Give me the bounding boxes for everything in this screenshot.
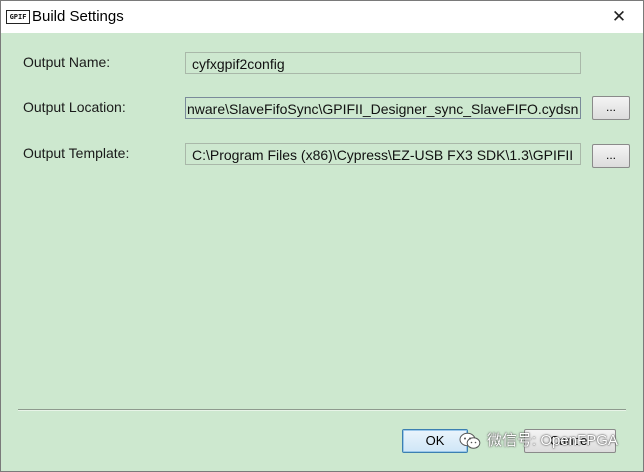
watermark-text: 微信号: OpenFPGA <box>487 432 618 449</box>
watermark-overlay: 微信号: OpenFPGA <box>459 429 618 453</box>
output-location-value: nware\SlaveFifoSync\GPIFII_Designer_sync… <box>187 101 579 117</box>
title-bar: GPIF Build Settings ✕ <box>1 1 643 33</box>
output-name-value: cyfxgpif2config <box>192 56 285 72</box>
output-location-label: Output Location: <box>23 99 126 115</box>
output-name-label: Output Name: <box>23 54 111 70</box>
close-icon[interactable]: ✕ <box>609 7 629 27</box>
build-settings-dialog: GPIF Build Settings ✕ Output Name: cyfxg… <box>0 0 644 472</box>
gpif-app-icon: GPIF <box>6 10 30 24</box>
footer-separator <box>18 409 626 411</box>
window-title: Build Settings <box>32 8 124 25</box>
output-template-browse-button[interactable]: ... <box>592 144 630 168</box>
output-name-field: cyfxgpif2config <box>185 52 581 74</box>
wechat-icon <box>459 432 481 449</box>
output-template-field: C:\Program Files (x86)\Cypress\EZ-USB FX… <box>185 143 581 165</box>
output-template-value: C:\Program Files (x86)\Cypress\EZ-USB FX… <box>192 147 574 163</box>
output-location-browse-button[interactable]: ... <box>592 96 630 120</box>
output-location-input[interactable]: nware\SlaveFifoSync\GPIFII_Designer_sync… <box>185 97 581 119</box>
output-template-label: Output Template: <box>23 145 130 161</box>
